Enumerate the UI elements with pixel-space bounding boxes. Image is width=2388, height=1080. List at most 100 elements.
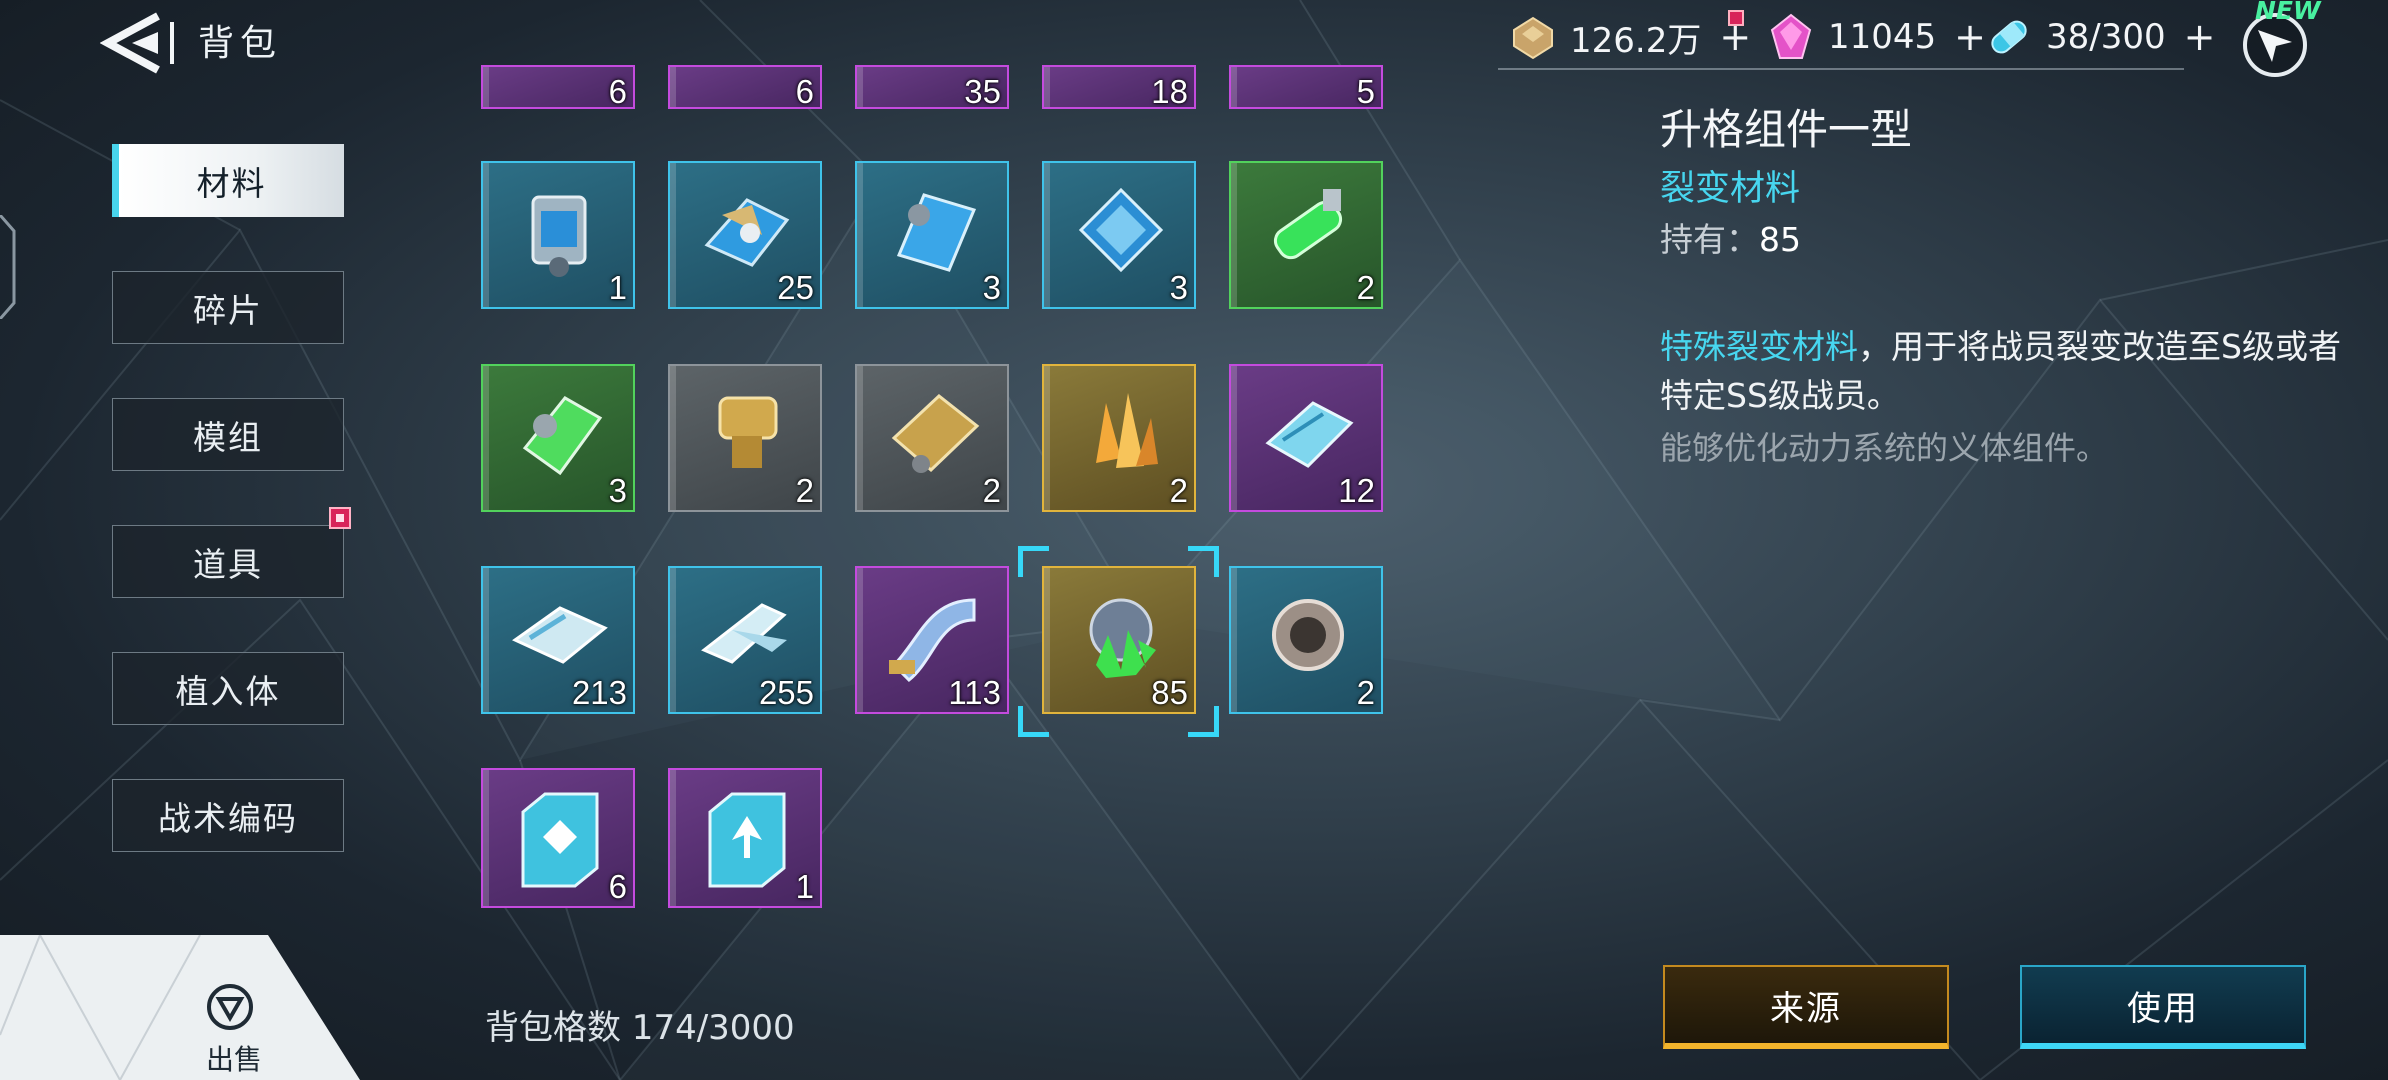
new-tag: NEW <box>2255 0 2321 25</box>
nav-tab-modules[interactable]: 模组 <box>112 398 344 471</box>
stamina-value: 38/300 <box>2046 17 2166 57</box>
item-slot[interactable]: 5 <box>1229 65 1383 109</box>
currency-gold: 126.2万 + <box>1508 10 1751 62</box>
back-arrow-icon <box>99 12 174 74</box>
description-text-line2: 特定SS级战员。 <box>1660 376 1900 415</box>
item-slot[interactable]: 1 <box>668 768 822 908</box>
item-slot[interactable]: 2 <box>855 364 1009 512</box>
notification-badge <box>1728 10 1744 26</box>
side-edge-tab <box>0 214 16 320</box>
use-button-label: 使用 <box>2127 988 2199 1029</box>
bag-capacity-text: 背包格数 174/3000 <box>485 1008 795 1048</box>
green-capsule-icon <box>1273 189 1343 260</box>
description-highlight: 特殊裂变材料 <box>1660 327 1858 366</box>
item-slot[interactable]: 6 <box>481 65 635 109</box>
item-owned: 持有：85 <box>1660 213 1801 261</box>
item-quantity: 2 <box>982 472 1001 509</box>
brass-coupler-icon <box>718 396 778 468</box>
nav-tab-label: 碎片 <box>193 290 263 330</box>
notification-badge <box>329 507 351 529</box>
item-quantity: 6 <box>608 73 627 109</box>
item-quantity: 18 <box>1151 73 1188 109</box>
stamina-add-button[interactable]: + <box>2184 15 2216 59</box>
owned-value: 85 <box>1759 220 1801 259</box>
item-slot[interactable]: 6 <box>481 768 635 908</box>
item-quantity: 2 <box>1356 269 1375 306</box>
selection-bracket <box>1188 546 1219 577</box>
item-slot[interactable]: 213 <box>481 566 635 714</box>
item-slot[interactable]: 2 <box>1042 364 1196 512</box>
description-text: ，用于将战员裂变改造至S级或者 <box>1858 327 2341 366</box>
source-button-label: 来源 <box>1770 988 1842 1029</box>
owned-label: 持有： <box>1660 220 1759 259</box>
gold-ingot-icon <box>1513 16 1553 60</box>
item-slot[interactable]: 113 <box>855 566 1009 714</box>
item-slot[interactable]: 255 <box>668 566 822 714</box>
nav-tab-items[interactable]: 道具 <box>112 507 351 598</box>
code-card-icon <box>521 792 599 888</box>
item-slot[interactable]: 2 <box>1229 566 1383 714</box>
gem-value: 11045 <box>1828 17 1937 57</box>
mesh-plate-icon <box>891 394 980 473</box>
selection-bracket <box>1018 546 1049 577</box>
selection-bracket <box>1188 706 1219 737</box>
item-slot[interactable]: 25 <box>668 161 822 309</box>
item-description: 特殊裂变材料，用于将战员裂变改造至S级或者 特定SS级战员。 <box>1660 322 2360 420</box>
item-slot[interactable]: 1 <box>481 161 635 309</box>
blue-shard-icon <box>896 193 977 272</box>
turbine-ring-icon <box>1272 599 1344 671</box>
blue-module-icon <box>531 195 587 277</box>
item-slot[interactable]: 6 <box>668 65 822 109</box>
currency-bar: 126.2万 + 11045 + 38/300 + <box>1498 6 2215 70</box>
item-quantity: 2 <box>1356 674 1375 711</box>
item-quantity: 1 <box>608 269 627 306</box>
item-quantity: 255 <box>758 674 814 711</box>
nav-tab-label: 植入体 <box>175 671 281 711</box>
sell-icon <box>207 984 253 1030</box>
gold-value: 126.2万 <box>1570 20 1702 61</box>
nav-tab-label: 模组 <box>193 417 263 457</box>
item-quantity: 6 <box>795 73 814 109</box>
sell-panel[interactable] <box>0 935 360 1080</box>
item-quantity: 85 <box>1151 674 1188 711</box>
nav-tab-implants[interactable]: 植入体 <box>112 652 344 725</box>
nav-tab-label: 战术编码 <box>158 798 298 838</box>
item-slot-selected[interactable]: 85 <box>1042 566 1196 714</box>
gem-add-button[interactable]: + <box>1954 15 1986 59</box>
item-slot[interactable]: 18 <box>1042 65 1196 109</box>
item-quantity: 113 <box>948 674 1001 711</box>
sell-button-icon <box>205 982 255 1032</box>
selection-bracket <box>1018 706 1049 737</box>
use-button[interactable]: 使用 <box>2020 965 2306 1049</box>
item-slot[interactable]: 3 <box>481 364 635 512</box>
item-quantity: 3 <box>982 269 1001 306</box>
item-quantity: 35 <box>964 73 1001 109</box>
code-card-arrow-icon <box>708 792 786 888</box>
stamina-vial-icon <box>1991 20 2027 54</box>
item-slot[interactable]: 35 <box>855 65 1009 109</box>
item-quantity: 12 <box>1338 472 1375 509</box>
back-button[interactable] <box>99 12 178 74</box>
item-slot[interactable]: 3 <box>1042 161 1196 309</box>
item-quantity: 3 <box>1169 269 1188 306</box>
item-slot[interactable]: 2 <box>1229 161 1383 309</box>
item-slot[interactable]: 2 <box>668 364 822 512</box>
sell-button-label[interactable]: 出售 <box>206 1038 262 1078</box>
item-quantity: 2 <box>795 472 814 509</box>
item-quantity: 6 <box>608 868 627 905</box>
item-type: 裂变材料 <box>1660 169 1801 209</box>
page-title: 背包 <box>198 23 283 64</box>
item-quantity: 3 <box>608 472 627 509</box>
currency-stamina: 38/300 + <box>1984 12 2215 62</box>
item-quantity: 5 <box>1356 73 1375 109</box>
nav-tab-tactical-codes[interactable]: 战术编码 <box>112 779 344 852</box>
nav-tab-fragments[interactable]: 碎片 <box>112 271 344 344</box>
nav-tab-label: 材料 <box>196 163 267 203</box>
pink-gem-icon <box>1770 13 1812 59</box>
nav-tab-materials[interactable]: 材料 <box>112 144 344 217</box>
item-slot[interactable]: 3 <box>855 161 1009 309</box>
source-button[interactable]: 来源 <box>1663 965 1949 1049</box>
item-flavor-text: 能够优化动力系统的义体组件。 <box>1660 429 2109 467</box>
blue-crystal-icon <box>1078 187 1164 273</box>
item-slot[interactable]: 12 <box>1229 364 1383 512</box>
